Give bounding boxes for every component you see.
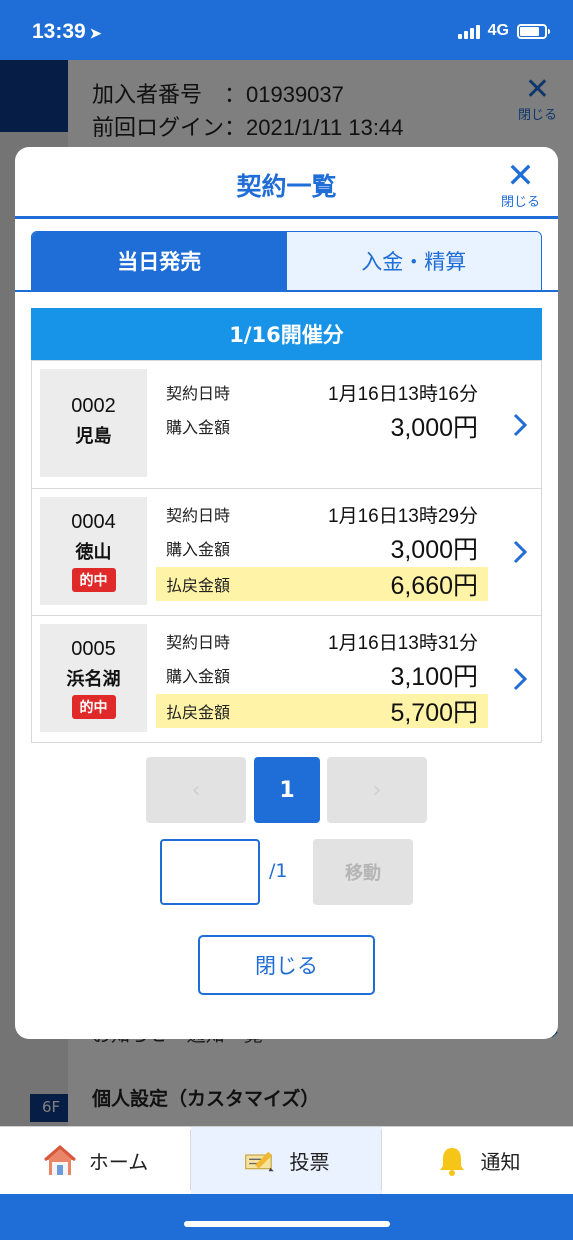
modal-title: 契約一覧 [236,172,337,201]
next-page-button[interactable]: › [327,757,427,823]
venue-box: 0004 徳山 的中 [40,497,147,605]
contract-time-line: 契約日時 1月16日13時16分 [156,375,488,409]
close-icon: ✕ [506,156,535,196]
purchase-value: 3,100円 [390,663,478,691]
venue-name: 児島 [75,426,112,446]
bottom-nav: ホーム 投票 通知 [0,1126,573,1194]
contract-time-value: 1月16日13時31分 [328,632,478,654]
date-header: 1/16開催分 [31,308,542,360]
contract-row[interactable]: 0005 浜名湖 的中 契約日時 1月16日13時31分 購入金額 3,100円… [32,615,541,742]
purchase-line: 購入金額 3,000円 [156,531,488,565]
status-time: 13:39 ➤ [32,20,102,43]
ticket-pencil-icon [244,1144,278,1178]
chevron-right-icon [513,667,527,691]
payout-label: 払戻金額 [166,576,231,595]
nav-home[interactable]: ホーム [0,1127,191,1194]
house-icon [43,1144,77,1178]
payout-line: 払戻金額 6,660円 [156,567,488,601]
contract-row[interactable]: 0004 徳山 的中 契約日時 1月16日13時29分 購入金額 3,000円 … [32,488,541,615]
contract-time-label: 契約日時 [166,506,231,525]
battery-icon [517,23,550,39]
nav-divider [190,1130,191,1190]
tab-same-day-sales[interactable]: 当日発売 [32,232,287,290]
payout-line: 払戻金額 5,700円 [156,694,488,728]
tab-deposit-settlement[interactable]: 入金・精算 [286,232,541,290]
prev-page-button[interactable]: ‹ [146,757,246,823]
contract-time-label: 契約日時 [166,633,231,652]
network-type: 4G [487,22,509,39]
home-indicator-area [0,1194,573,1240]
purchase-label: 購入金額 [166,540,231,559]
hit-badge: 的中 [71,695,116,719]
nav-notifications[interactable]: 通知 [382,1127,573,1194]
contract-time-value: 1月16日13時29分 [328,505,478,527]
tab-bar: 当日発売 入金・精算 [31,231,542,291]
contract-list-modal: 契約一覧 ✕ 閉じる 当日発売 入金・精算 1/16開催分 0002 児島 契約… [15,147,558,1039]
location-arrow-icon: ➤ [89,25,102,41]
purchase-label: 購入金額 [166,667,231,686]
contract-time-line: 契約日時 1月16日13時29分 [156,497,488,531]
payout-value: 5,700円 [390,699,478,727]
modal-header: 契約一覧 ✕ 閉じる [15,147,558,219]
nav-notifications-label: 通知 [480,1150,521,1174]
venue-name: 徳山 [75,542,112,562]
nav-vote[interactable]: 投票 [191,1127,382,1194]
purchase-label: 購入金額 [166,418,231,437]
chevron-right-icon [513,540,527,564]
venue-name: 浜名湖 [66,669,121,689]
contract-time-value: 1月16日13時16分 [328,383,478,405]
page-number-input[interactable] [160,839,260,905]
purchase-line: 購入金額 3,000円 [156,409,488,443]
signal-icon [457,23,480,39]
purchase-value: 3,000円 [390,536,478,564]
contract-number: 0005 [71,638,116,660]
payout-label: 払戻金額 [166,703,231,722]
contract-list: 0002 児島 契約日時 1月16日13時16分 購入金額 3,000円 000… [31,360,542,743]
contract-number: 0002 [71,395,116,417]
nav-home-label: ホーム [88,1150,149,1174]
contract-row[interactable]: 0002 児島 契約日時 1月16日13時16分 購入金額 3,000円 [32,360,541,488]
contract-time-line: 契約日時 1月16日13時31分 [156,624,488,658]
home-indicator[interactable] [184,1221,390,1227]
current-page-button[interactable]: 1 [254,757,320,823]
payout-value: 6,660円 [390,572,478,600]
move-page-button[interactable]: 移動 [313,839,413,905]
hit-badge: 的中 [71,568,116,592]
close-button[interactable]: 閉じる [198,935,375,995]
chevron-right-icon [513,413,527,437]
contract-number: 0004 [71,511,116,533]
venue-box: 0005 浜名湖 的中 [40,624,147,732]
bell-icon [435,1144,469,1178]
purchase-value: 3,000円 [390,414,478,442]
contract-time-label: 契約日時 [166,384,231,403]
venue-box: 0002 児島 [40,369,147,477]
status-indicators: 4G [457,22,550,40]
modal-close-button[interactable]: ✕ 閉じる [500,156,540,210]
modal-close-label: 閉じる [500,195,540,210]
tab-underline [15,290,558,292]
status-bar: 13:39 ➤ 4G [0,0,573,60]
page-total: /1 [269,860,288,882]
nav-vote-label: 投票 [289,1150,330,1174]
purchase-line: 購入金額 3,100円 [156,658,488,692]
nav-divider [381,1130,382,1190]
